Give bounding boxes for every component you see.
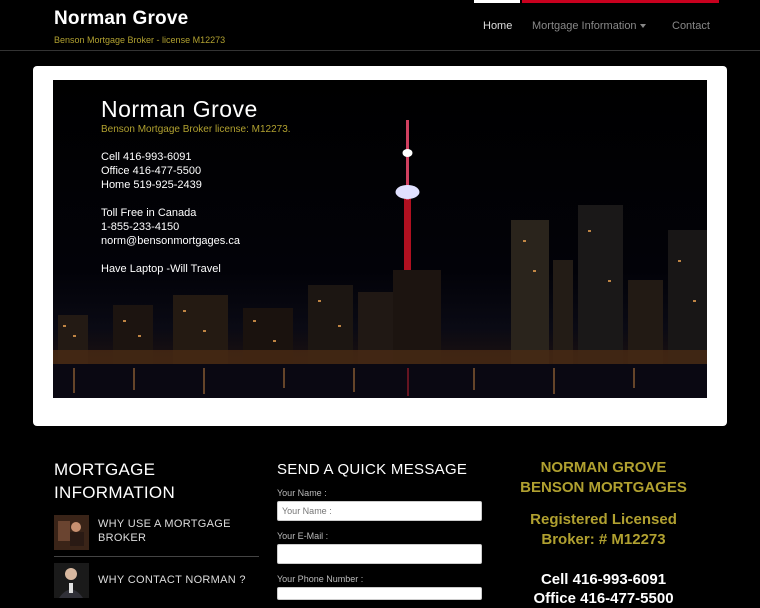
banner-tollfree-label: Toll Free in Canada [101,207,197,219]
banner-travel: Have Laptop -Will Travel [101,263,221,275]
list-item-why-norman[interactable]: WHY CONTACT NORMAN ? [54,563,259,600]
contact-registration: Registered Licensed [530,511,677,528]
nav-mortgage-dropdown[interactable]: Mortgage Information [532,20,646,32]
nav-active-indicator [474,0,520,3]
nav-mortgage-label: Mortgage Information [532,20,637,32]
phone-field[interactable] [277,587,482,600]
chevron-down-icon [639,24,646,29]
email-field-label: Your E-Mail : [277,531,329,541]
nav-accent-bar [522,0,719,3]
list-item-label: WHY CONTACT NORMAN ? [98,574,246,586]
mortgage-info-title: MORTGAGE INFORMATION [54,460,176,502]
banner-title: Norman Grove [101,96,258,122]
banner-email: norm@bensonmortgages.ca [101,235,240,247]
thumbnail-image [54,515,89,550]
contact-cell[interactable]: Cell 416-993-6091 [505,570,702,589]
avatar [54,563,89,598]
banner-home: Home 519-925-2439 [101,179,202,191]
banner-cell: Cell 416-993-6091 [101,151,192,163]
message-form-title: SEND A QUICK MESSAGE [277,461,468,478]
name-field-label: Your Name : [277,488,327,498]
top-navbar: Norman Grove Benson Mortgage Broker - li… [0,0,760,51]
name-field[interactable] [277,501,482,521]
nav-contact-link[interactable]: Contact [672,20,710,32]
banner-tollfree-number: 1-855-233-4150 [101,221,180,233]
list-item-why-broker[interactable]: WHY USE A MORTGAGE BROKER [54,515,259,551]
list-item-label: WHY USE A MORTGAGE BROKER [98,518,231,544]
contact-license: Broker: # M12273 [541,531,666,548]
banner-subtitle: Benson Mortgage Broker license: M12273. [101,124,291,135]
banner-office: Office 416-477-5500 [101,165,202,177]
list-divider [54,556,259,557]
contact-office[interactable]: Office 416-477-5500 [505,589,702,608]
contact-box: NORMAN GROVE BENSON MORTGAGES Registered… [505,458,702,608]
site-subtitle: Benson Mortgage Broker - license M12273 [54,35,226,45]
toronto-skyline-banner: Norman Grove Benson Mortgage Broker lice… [53,80,707,398]
banner-panel: Norman Grove Benson Mortgage Broker lice… [33,66,727,426]
phone-field-label: Your Phone Number : [277,574,364,584]
site-brand[interactable]: Norman Grove [54,8,188,30]
contact-company: BENSON MORTGAGES [520,479,687,496]
nav-home-link[interactable]: Home [483,20,512,32]
contact-name: NORMAN GROVE [540,459,667,476]
email-field[interactable] [277,544,482,564]
